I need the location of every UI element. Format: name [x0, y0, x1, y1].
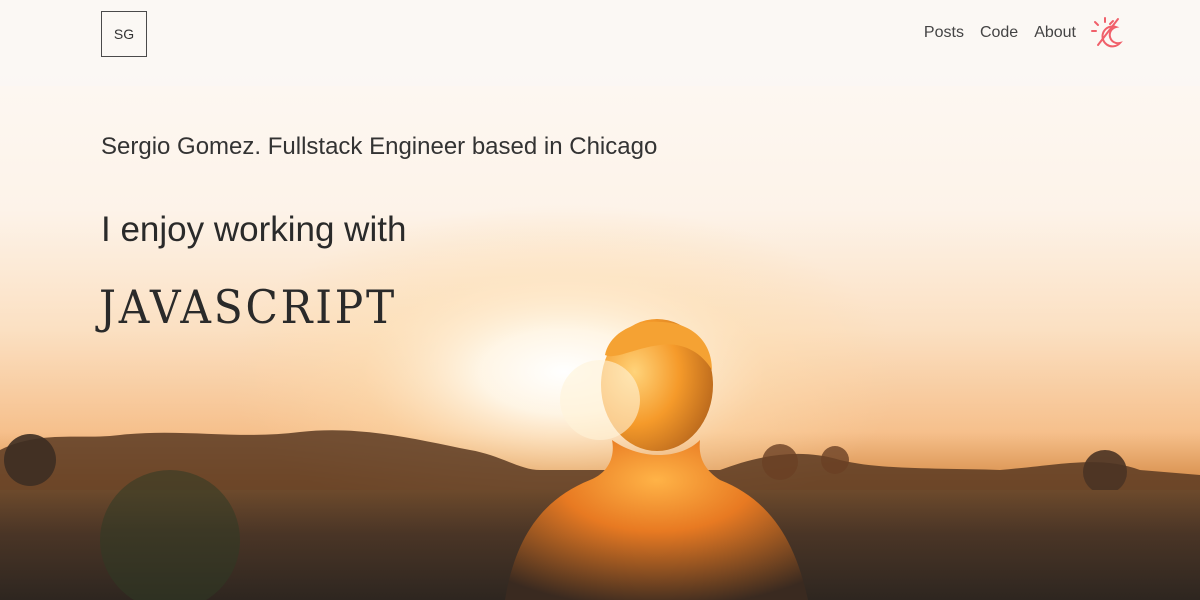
- logo-link[interactable]: SG: [101, 11, 147, 57]
- tagline: Sergio Gomez. Fullstack Engineer based i…: [101, 133, 658, 160]
- nav-link-code[interactable]: Code: [980, 24, 1018, 42]
- nav-link-about[interactable]: About: [1034, 24, 1076, 42]
- page: SG Posts Code About Sergio Gomez. Fullst…: [0, 0, 1200, 600]
- technology-text: JAVASCRIPT: [99, 280, 397, 334]
- site-header: SG Posts Code About: [0, 0, 1200, 86]
- nav-link-posts[interactable]: Posts: [924, 24, 964, 42]
- main-nav: Posts Code About: [924, 24, 1076, 42]
- hero-heading: I enjoy working with: [101, 210, 407, 249]
- sun-moon-icon[interactable]: [1090, 15, 1126, 51]
